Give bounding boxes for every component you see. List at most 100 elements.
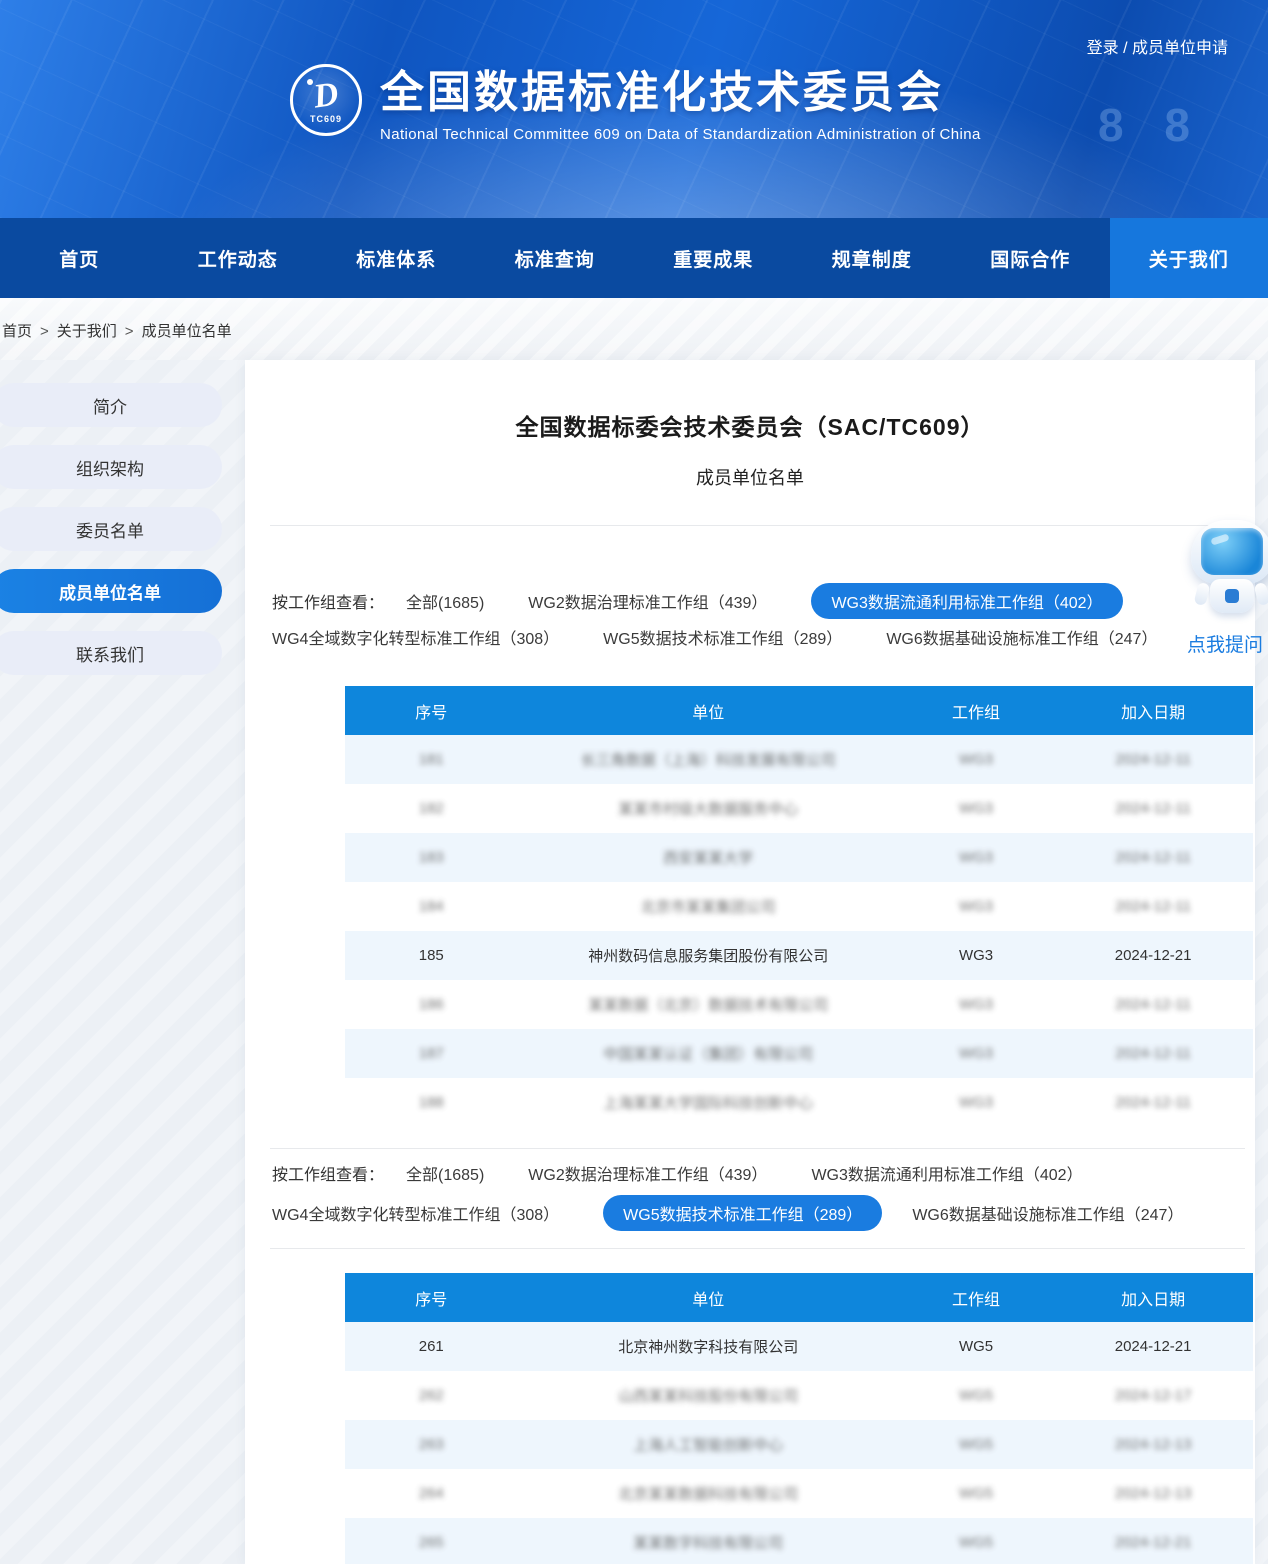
cell-no: 183 [345, 833, 518, 882]
table-row: 187中国某某认证（集团）有限公司WG32024-12-11 [345, 1029, 1253, 1078]
assistant-robot-icon[interactable] [1190, 520, 1268, 624]
sidebar-item-委员名单[interactable]: 委员名单 [0, 507, 222, 551]
filter-option[interactable]: WG3数据流通利用标准工作组（402） [811, 583, 1122, 619]
table-row: 262山西某某科技股份有限公司WG52024-12-17 [345, 1371, 1253, 1420]
workgroup-filter-row: 按工作组查看：全部(1685)WG2数据治理标准工作组（439）WG3数据流通利… [272, 1156, 1145, 1190]
site-titles: 全国数据标准化技术委员会 National Technical Committe… [380, 56, 981, 143]
cell-group: WG3 [899, 1029, 1053, 1078]
cell-group: WG3 [899, 833, 1053, 882]
assistant-ask-button[interactable]: 点我提问 [1175, 630, 1268, 657]
nav-item-首页[interactable]: 首页 [0, 218, 159, 298]
table-row: 184北京市某某集团公司WG32024-12-11 [345, 882, 1253, 931]
nav-item-工作动态[interactable]: 工作动态 [159, 218, 318, 298]
header-decoration-digits: 8 8 [1098, 96, 1204, 154]
cell-unit: 北京神州数字科技有限公司 [518, 1322, 899, 1371]
column-header: 加入日期 [1053, 686, 1253, 735]
cell-group: WG3 [899, 1078, 1053, 1127]
filter-option[interactable]: WG2数据治理标准工作组（439） [528, 589, 767, 613]
cell-unit: 西安某某大学 [518, 833, 899, 882]
cell-date: 2024-12-13 [1053, 1420, 1253, 1469]
table-row: 263上海人工智能创新中心WG52024-12-13 [345, 1420, 1253, 1469]
cell-group: WG3 [899, 980, 1053, 1029]
nav-item-标准体系[interactable]: 标准体系 [317, 218, 476, 298]
cell-group: WG3 [899, 735, 1053, 784]
cell-date: 2024-12-21 [1053, 931, 1253, 980]
cell-unit: 北京某某数据科技有限公司 [518, 1469, 899, 1518]
breadcrumb: 首页>关于我们>成员单位名单 [0, 298, 1268, 341]
cell-no: 186 [345, 980, 518, 1029]
login-links[interactable]: 登录 / 成员单位申请 [1087, 34, 1228, 58]
cell-no: 265 [345, 1518, 518, 1564]
cell-unit: 某某数字科技有限公司 [518, 1518, 899, 1564]
nav-item-标准查询[interactable]: 标准查询 [476, 218, 635, 298]
filter-option[interactable]: WG5数据技术标准工作组（289） [603, 1195, 882, 1231]
divider [270, 1148, 1245, 1149]
workgroup-filter-row: 按工作组查看：全部(1685)WG2数据治理标准工作组（439）WG3数据流通利… [272, 584, 1145, 618]
cell-no: 264 [345, 1469, 518, 1518]
nav-item-国际合作[interactable]: 国际合作 [951, 218, 1110, 298]
cell-group: WG5 [899, 1371, 1053, 1420]
cell-unit: 北京市某某集团公司 [518, 882, 899, 931]
cell-group: WG5 [899, 1518, 1053, 1564]
cell-group: WG3 [899, 931, 1053, 980]
cell-date: 2024-12-11 [1053, 735, 1253, 784]
cell-no: 182 [345, 784, 518, 833]
nav-item-重要成果[interactable]: 重要成果 [634, 218, 793, 298]
filter-option[interactable]: WG5数据技术标准工作组（289） [603, 625, 842, 649]
cell-unit: 长三角数据（上海）科技发展有限公司 [518, 735, 899, 784]
filter-option[interactable]: WG2数据治理标准工作组（439） [528, 1161, 767, 1185]
filter-option[interactable]: WG6数据基础设施标准工作组（247） [886, 625, 1157, 649]
table-row: 261北京神州数字科技有限公司WG52024-12-21 [345, 1322, 1253, 1371]
table-row: 185神州数码信息服务集团股份有限公司WG32024-12-21 [345, 931, 1253, 980]
member-table-wg5: 序号单位工作组加入日期261北京神州数字科技有限公司WG52024-12-212… [345, 1273, 1253, 1564]
nav-item-规章制度[interactable]: 规章制度 [793, 218, 952, 298]
column-header: 序号 [345, 1273, 518, 1322]
robot-screen [1201, 528, 1263, 575]
cell-group: WG5 [899, 1420, 1053, 1469]
breadcrumb-item[interactable]: 首页 [2, 323, 32, 340]
cell-group: WG5 [899, 1322, 1053, 1371]
sidebar-item-成员单位名单[interactable]: 成员单位名单 [0, 569, 222, 613]
filter-option[interactable]: WG4全域数字化转型标准工作组（308） [272, 1201, 559, 1225]
column-header: 单位 [518, 686, 899, 735]
body-area: 简介组织架构委员名单成员单位名单联系我们 全国数据标委会技术委员会（SAC/TC… [0, 360, 1268, 1564]
site-title: 全国数据标准化技术委员会 [380, 56, 981, 120]
breadcrumb-item[interactable]: 关于我们 [57, 323, 117, 340]
sidebar-item-简介[interactable]: 简介 [0, 383, 222, 427]
brand: D TC609 全国数据标准化技术委员会 National Technical … [290, 56, 981, 143]
sidebar-item-组织架构[interactable]: 组织架构 [0, 445, 222, 489]
committee-logo-icon: D TC609 [290, 64, 362, 136]
cell-unit: 中国某某认证（集团）有限公司 [518, 1029, 899, 1078]
cell-unit: 山西某某科技股份有限公司 [518, 1371, 899, 1420]
cell-no: 185 [345, 931, 518, 980]
cell-date: 2024-12-13 [1053, 1469, 1253, 1518]
logo-d-glyph: D [311, 76, 341, 117]
cell-unit: 上海某某大学国际科技创新中心 [518, 1078, 899, 1127]
column-header: 序号 [345, 686, 518, 735]
filter-option[interactable]: WG3数据流通利用标准工作组（402） [811, 1161, 1082, 1185]
table-row: 265某某数字科技有限公司WG52024-12-21 [345, 1518, 1253, 1564]
filter-option[interactable]: WG6数据基础设施标准工作组（247） [912, 1201, 1183, 1225]
breadcrumb-separator: > [125, 323, 134, 340]
cell-date: 2024-12-17 [1053, 1371, 1253, 1420]
cell-date: 2024-12-11 [1053, 980, 1253, 1029]
cell-date: 2024-12-21 [1053, 1518, 1253, 1564]
column-header: 工作组 [899, 686, 1053, 735]
robot-body [1210, 579, 1254, 613]
cell-unit: 某某数据（北京）数据技术有限公司 [518, 980, 899, 1029]
nav-item-关于我们[interactable]: 关于我们 [1110, 218, 1268, 298]
filter-option[interactable]: 全部(1685) [406, 589, 484, 613]
cell-no: 184 [345, 882, 518, 931]
breadcrumb-item[interactable]: 成员单位名单 [142, 323, 232, 340]
cell-group: WG3 [899, 882, 1053, 931]
column-header: 单位 [518, 1273, 899, 1322]
content-panel: 全国数据标委会技术委员会（SAC/TC609） 成员单位名单 点我提问 按工作组… [245, 360, 1255, 1564]
table-row: 183西安某某大学WG32024-12-11 [345, 833, 1253, 882]
cell-no: 188 [345, 1078, 518, 1127]
filter-option[interactable]: WG4全域数字化转型标准工作组（308） [272, 625, 559, 649]
table-header-row: 序号单位工作组加入日期 [345, 1273, 1253, 1322]
filter-option[interactable]: 全部(1685) [406, 1161, 484, 1185]
sidebar-item-联系我们[interactable]: 联系我们 [0, 631, 222, 675]
divider [270, 1248, 1245, 1249]
cell-no: 187 [345, 1029, 518, 1078]
